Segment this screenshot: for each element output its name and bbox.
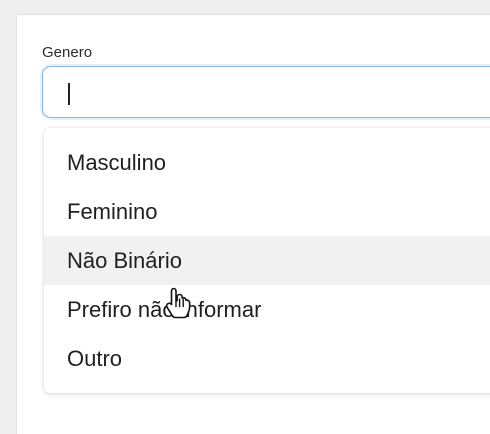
gender-option-feminino[interactable]: Feminino xyxy=(44,187,490,236)
gender-options-list: Masculino Feminino Não Binário Prefiro n… xyxy=(44,128,490,383)
gender-option-prefiro-nao-informar[interactable]: Prefiro não informar xyxy=(44,285,490,334)
text-caret xyxy=(68,83,70,105)
gender-label: Genero xyxy=(42,44,93,61)
gender-option-nao-binario[interactable]: Não Binário xyxy=(44,236,490,285)
gender-option-outro[interactable]: Outro xyxy=(44,334,490,383)
gender-option-masculino[interactable]: Masculino xyxy=(44,138,490,187)
gender-input[interactable] xyxy=(42,66,490,118)
gender-dropdown-menu: Masculino Feminino Não Binário Prefiro n… xyxy=(44,128,490,393)
